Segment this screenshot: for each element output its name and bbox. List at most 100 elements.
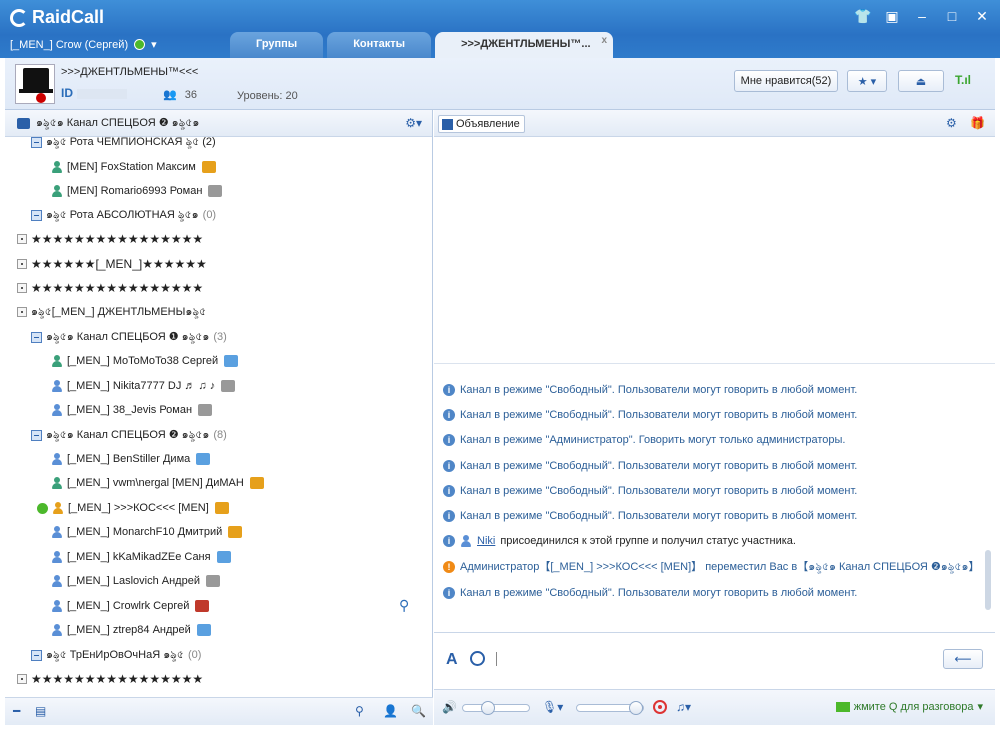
channel-member-count: (0)	[187, 649, 202, 661]
user-status[interactable]: [_MEN_] Crow (Сергей) ▾	[10, 38, 157, 52]
gift-icon[interactable]: 🎁	[970, 116, 985, 130]
maximize-button[interactable]: □	[944, 8, 960, 25]
group-avatar[interactable]	[15, 64, 55, 104]
member-row[interactable]: [MEN] Romario6993 Роман	[51, 179, 223, 203]
user-icon[interactable]: 👤	[383, 704, 398, 718]
channel-footer: ━ ▤ ⚲ 👤 🔍	[5, 697, 433, 725]
rank-badge-icon	[249, 477, 264, 489]
font-icon[interactable]: A	[446, 651, 458, 669]
channel-expand-icon[interactable]	[17, 307, 27, 317]
member-row[interactable]: [_MEN_] MoToMoTo38 Сергей	[51, 349, 239, 373]
channel-expand-icon[interactable]	[17, 259, 27, 269]
member-row[interactable]: [_MEN_] ztrep84 Андрей	[51, 618, 211, 642]
chat-message: ! Администратор【[_MEN_] >>>КОС<<< [MEN]】 …	[443, 557, 980, 577]
channel-expand-icon[interactable]	[17, 674, 27, 684]
member-row[interactable]: [_MEN_] MonarchF10 Дмитрий	[51, 520, 243, 544]
push-to-talk-hint[interactable]: жмите Q для разговора ▾	[835, 700, 983, 713]
channel-collapse-icon[interactable]	[31, 209, 42, 221]
mic-volume-slider[interactable]	[576, 701, 644, 715]
member-row[interactable]: [_MEN_] Laslovich Андрей	[51, 569, 220, 593]
emoji-icon[interactable]	[470, 651, 485, 666]
chat-message: i Канал в режиме "Свободный". Пользовател…	[443, 506, 857, 526]
speaker-volume-knob[interactable]	[481, 701, 495, 715]
chat-settings-icon[interactable]: ⚙	[946, 116, 957, 130]
user-name[interactable]: [_MEN_] Crow (Сергей)	[10, 39, 128, 51]
group-level: Уровень: 20	[237, 90, 298, 102]
channel-row[interactable]: ๑ৡ৫ Рота АБСОЛЮТНАЯ ৡ৫๑ (0)	[31, 203, 216, 227]
location-pin-icon[interactable]: ⚲	[399, 597, 409, 614]
push-to-talk-label: жмите Q для разговора	[853, 700, 974, 713]
favorite-button[interactable]: ★ ▾	[847, 70, 887, 92]
member-name: [_MEN_] MoToMoTo38 Сергей	[67, 355, 219, 367]
note-icon[interactable]: ▣	[884, 8, 900, 25]
like-button[interactable]: Мне нравится(52)	[734, 70, 838, 92]
channel-row[interactable]: ๑ৡ৫ ТрЕнИрОвОчНаЯ ๑ৡ৫ (0)	[31, 643, 201, 667]
member-row[interactable]: [_MEN_] BenStiller Дима	[51, 447, 211, 471]
member-name: [MEN] FoxStation Максим	[67, 161, 196, 173]
music-icon[interactable]: ♫▾	[676, 700, 691, 714]
channel-expand-icon[interactable]	[17, 283, 27, 293]
channel-row[interactable]: ★★★★★★★★★★★★★★★★	[17, 667, 203, 691]
channel-tree: ๑ৡ৫ Рота ЧЕМПИОНСКАЯ ৡ৫ (2) [MEN] FoxStat…	[5, 137, 432, 697]
announcement-button[interactable]: Объявление	[438, 115, 525, 133]
message-input-area[interactable]: A ⟵	[434, 632, 995, 689]
tab-close-icon[interactable]: x	[602, 35, 608, 46]
channel-row[interactable]: ★★★★★★★★★★★★★★★★	[17, 227, 203, 251]
rank-badge-icon	[196, 453, 211, 465]
tab-group-active[interactable]: >>>ДЖЕНТЛЬМЕНЫ™... x	[435, 32, 614, 58]
message-text: Канал в режиме "Свободный". Пользователи…	[460, 485, 858, 497]
channel-row[interactable]: ★★★★★★★★★★★★★★★★	[17, 276, 203, 300]
member-row[interactable]: [_MEN_] Nikita7777 DJ ♬ ♫ ♪	[51, 374, 236, 398]
avatar-decoration	[36, 93, 46, 103]
user-link[interactable]: Niki	[477, 535, 495, 547]
member-row[interactable]: [_MEN_] >>>КОС<<< [MEN]	[37, 496, 229, 520]
mic-volume-knob[interactable]	[629, 701, 643, 715]
rank-badge-icon	[195, 600, 210, 612]
tab-bar: Группы Контакты >>>ДЖЕНТЛЬМЕНЫ™... x	[230, 32, 614, 58]
channel-collapse-icon[interactable]	[31, 429, 42, 441]
tab-groups[interactable]: Группы	[230, 32, 324, 58]
channel-name: ๑ৡ৫๑ Канал СПЕЦБОЯ ❷ ๑ৡ৫๑	[46, 429, 210, 441]
tab-contacts[interactable]: Контакты	[327, 32, 432, 58]
channel-row[interactable]: ๑ৡ৫[_MEN_] ДЖЕНТЛЬМЕНЫ๑ৡ৫	[17, 300, 206, 324]
rank-badge-icon	[221, 380, 236, 392]
speaker-volume-slider[interactable]	[462, 701, 530, 715]
status-dropdown-icon[interactable]: ▾	[151, 38, 157, 51]
member-row[interactable]: [_MEN_] Crowlrk Сергей	[51, 594, 210, 618]
record-icon[interactable]	[653, 700, 667, 714]
channel-collapse-icon[interactable]	[31, 137, 42, 148]
send-button[interactable]: ⟵	[943, 649, 983, 669]
group-id: ID	[61, 86, 127, 100]
channel-row[interactable]: ★★★★★★[_MEN_]★★★★★★	[17, 252, 207, 276]
member-row[interactable]: [_MEN_] vwm\nergal [MEN] ДиМАН	[51, 471, 264, 495]
collapse-icon[interactable]: ━	[13, 704, 20, 718]
microphone-icon[interactable]: 🎙▾	[542, 700, 563, 714]
member-name: [_MEN_] 38_Jevis Роман	[67, 404, 193, 416]
share-button[interactable]: ⏏	[898, 70, 944, 92]
channel-expand-icon[interactable]	[17, 234, 27, 244]
message-text: Канал в режиме "Свободный". Пользователи…	[460, 460, 858, 472]
star-icon: ★ ▾	[857, 75, 877, 88]
channel-menu-icon[interactable]: ⚙▾	[405, 116, 422, 130]
member-row[interactable]: [_MEN_] kKaMikadZEe Саня	[51, 545, 231, 569]
channel-row[interactable]: ๑ৡ৫๑ Канал СПЕЦБОЯ ❶ ๑ৡ৫๑ (3)	[31, 325, 227, 349]
channel-collapse-icon[interactable]	[31, 331, 42, 343]
channel-row[interactable]: ๑ৡ৫ Рота ЧЕМПИОНСКАЯ ৡ৫ (2)	[31, 137, 216, 154]
rank-badge-icon	[196, 624, 211, 636]
search-icon[interactable]: 🔍	[411, 704, 426, 718]
channel-collapse-icon[interactable]	[31, 649, 42, 661]
minimize-button[interactable]: –	[914, 8, 930, 25]
member-row[interactable]: [_MEN_] 38_Jevis Роман	[51, 398, 213, 422]
channel-name: ๑ৡ৫ Рота АБСОЛЮТНАЯ ৡ৫๑	[46, 209, 199, 221]
skin-icon[interactable]: 👕	[854, 8, 871, 25]
like-button-label: Мне нравится(52)	[740, 75, 832, 87]
user-icon	[51, 452, 63, 466]
message-scrollbar[interactable]	[985, 550, 991, 610]
location-icon[interactable]: ⚲	[355, 704, 364, 718]
channel-row[interactable]: ๑ৡ৫๑ Канал СПЕЦБОЯ ❷ ๑ৡ৫๑ (8)	[31, 423, 227, 447]
members-icon: 👥	[163, 89, 177, 101]
speaker-icon[interactable]: 🔊	[442, 700, 457, 714]
member-row[interactable]: [MEN] FoxStation Максим	[51, 155, 216, 179]
close-button[interactable]: ✕	[974, 8, 990, 25]
card-icon[interactable]: ▤	[35, 704, 46, 718]
